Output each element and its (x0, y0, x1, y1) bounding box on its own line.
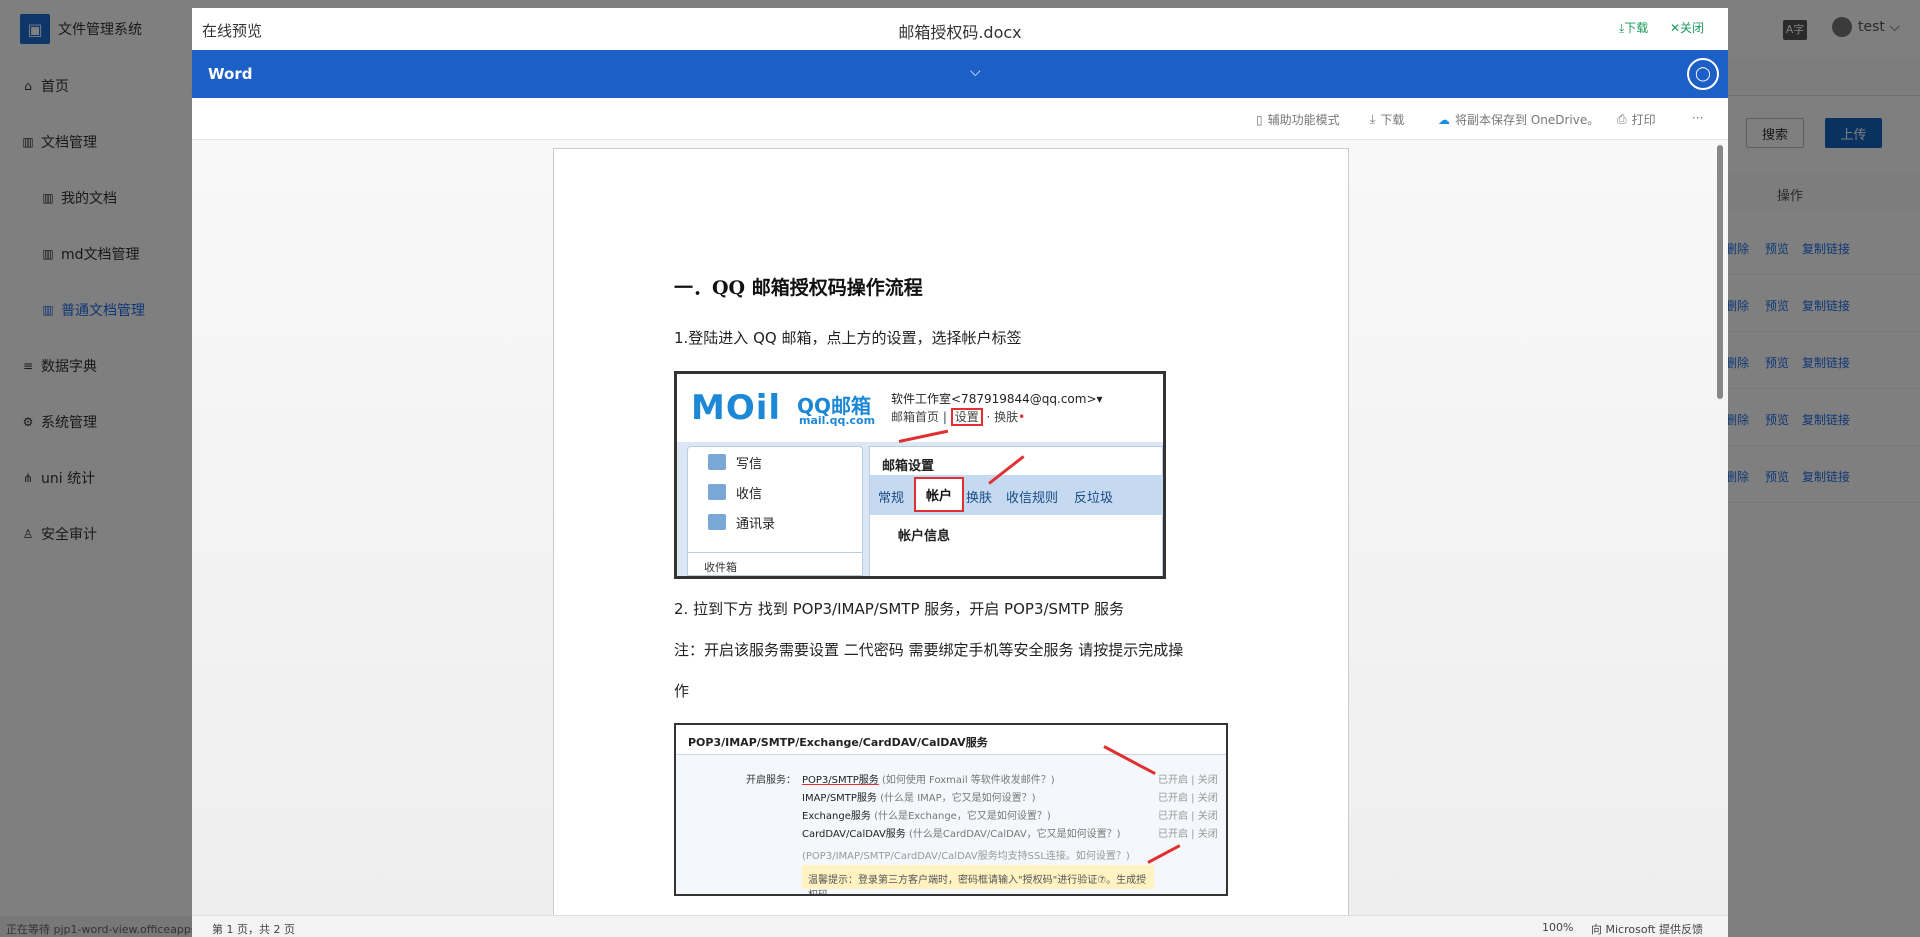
red-dot-icon: • (1018, 410, 1026, 424)
qq-nav: 邮箱首页 | 设置 · 换肤• (891, 408, 1026, 426)
qq-settings-panel: 邮箱设置 常规 帐户 换肤 收信规则 反垃圾 帐户信息 (869, 446, 1163, 576)
menu-contacts-label: 通讯录 (736, 516, 776, 532)
menu-receive-label: 收信 (736, 486, 763, 502)
service-status: 已开启 | 关闭 (1158, 811, 1218, 822)
account-icon[interactable]: ◯ (1687, 58, 1719, 90)
doc-note-line2: 作 (674, 682, 690, 700)
document-page: 一．QQ 邮箱授权码操作流程 1.登陆进入 QQ 邮箱，点上方的设置，选择帐户标… (553, 148, 1349, 937)
menu-write-label: 写信 (736, 456, 763, 472)
tab-spam: 反垃圾 (1074, 491, 1114, 506)
doc-step2: 2. 拉到下方 找到 POP3/IMAP/SMTP 服务，开启 POP3/SMT… (674, 600, 1124, 618)
qq-mail-screenshot: MOil QQ邮箱 mail.qq.com 软件工作室<787919844@qq… (674, 371, 1166, 579)
qq-services-screenshot: POP3/IMAP/SMTP/Exchange/CardDAV/CalDAV服务… (674, 723, 1228, 896)
save-onedrive-button[interactable]: ☁ 将副本保存到 OneDrive。 (1438, 111, 1599, 128)
menu-receive: 收信 (688, 477, 862, 507)
service-desc: (什么是 IMAP，它又是如何设置？) (880, 793, 1036, 804)
service-desc: (什么是Exchange，它又是如何设置？) (874, 811, 1051, 822)
print-button[interactable]: ⎙ 打印 (1617, 111, 1656, 128)
preview-modal: 在线预览 邮箱授权码.docx ⤓下载 ✕关闭 Word ⌵ ◯ ▯ 辅助功能模式… (192, 8, 1728, 937)
nav-settings-highlight: 设置 (950, 408, 983, 426)
zoom-level[interactable]: 100% (1542, 921, 1573, 934)
word-brand: Word (208, 65, 253, 83)
service-row: Exchange服务 (什么是Exchange，它又是如何设置？) (802, 807, 1051, 822)
printer-icon: ⎙ (1617, 112, 1627, 126)
account-info-title: 帐户信息 (898, 529, 951, 544)
doc-heading: 一．QQ 邮箱授权码操作流程 (674, 277, 923, 299)
modal-header: 在线预览 邮箱授权码.docx ⤓下载 ✕关闭 (192, 8, 1728, 50)
accessibility-label: 辅助功能模式 (1267, 113, 1340, 127)
tab-general: 常规 (878, 491, 905, 506)
service-status: 已开启 | 关闭 (1158, 793, 1218, 804)
mail-logo: MOil (691, 388, 782, 428)
services-header: POP3/IMAP/SMTP/Exchange/CardDAV/CalDAV服务 (676, 725, 1226, 755)
nav-skin: 换肤 (994, 410, 1019, 424)
contacts-icon (708, 514, 726, 530)
service-row: CardDAV/CalDAV服务 (什么是CardDAV/CalDAV，它又是如… (802, 825, 1121, 840)
doc-step1: 1.登陆进入 QQ 邮箱，点上方的设置，选择帐户标签 (674, 329, 1022, 347)
service-row: POP3/SMTP服务 (如何使用 Foxmail 等软件收发邮件？) (802, 771, 1055, 786)
download-button[interactable]: ⤓下载 (1619, 19, 1648, 36)
chevron-down-icon[interactable]: ⌵ (970, 64, 981, 80)
scrollbar-thumb[interactable] (1717, 145, 1723, 399)
file-name: 邮箱授权码.docx (898, 23, 1022, 42)
page-indicator: 第 1 页，共 2 页 (212, 923, 295, 936)
print-label: 打印 (1631, 113, 1656, 127)
doc-note-line1: 注：开启该服务需要设置 二代密码 需要绑定手机等安全服务 请按提示完成操 (674, 641, 1184, 659)
word-ribbon: ▯ 辅助功能模式 ⤓ 下载 ☁ 将副本保存到 OneDrive。 ⎙ 打印 ··· (192, 98, 1728, 140)
settings-tabs: 常规 帐户 换肤 收信规则 反垃圾 (870, 475, 1163, 515)
inbox-icon (708, 484, 726, 500)
ssl-note: (POP3/IMAP/SMTP/CardDAV/CalDAV服务均支持SSL连接… (802, 851, 1130, 862)
qq-account: 软件工作室<787919844@qq.com>▾ (891, 392, 1103, 406)
ribbon-download-button[interactable]: ⤓ 下载 (1370, 111, 1404, 128)
inbox-label: 收件箱 (687, 552, 863, 576)
service-desc: (如何使用 Foxmail 等软件收发邮件？) (881, 775, 1055, 786)
service-name: POP3/SMTP服务 (802, 775, 879, 786)
word-header-bar: Word ⌵ ◯ (192, 50, 1728, 98)
word-status-bar: 第 1 页，共 2 页 100% 向 Microsoft 提供反馈 (192, 915, 1728, 937)
red-arrow-icon (1147, 844, 1181, 864)
document-icon: ▯ (1256, 112, 1263, 127)
service-status: 已开启 | 关闭 (1158, 829, 1218, 840)
feedback-link[interactable]: 向 Microsoft 提供反馈 (1591, 921, 1703, 937)
auth-code-tip: 温馨提示：登录第三方客户端时，密码框请输入"授权码"进行验证⑦。生成授权码 (802, 865, 1154, 894)
download-icon: ⤓ (1370, 112, 1376, 126)
service-row: IMAP/SMTP服务 (什么是 IMAP，它又是如何设置？) (802, 789, 1036, 804)
tab-rules: 收信规则 (1006, 491, 1059, 506)
service-status: 已开启 | 关闭 (1158, 775, 1218, 786)
menu-write: 写信 (688, 447, 862, 477)
nav-home: 邮箱首页 (891, 410, 940, 424)
qq-domain: mail.qq.com (799, 414, 876, 427)
close-button[interactable]: ✕关闭 (1670, 19, 1704, 36)
service-name: CardDAV/CalDAV服务 (802, 829, 906, 840)
download-label: 下载 (1380, 113, 1405, 127)
save-onedrive-label: 将副本保存到 OneDrive。 (1455, 113, 1600, 127)
tab-skin: 换肤 (966, 491, 993, 506)
services-label: 开启服务： (746, 775, 796, 786)
service-desc: (什么是CardDAV/CalDAV，它又是如何设置？) (908, 829, 1121, 840)
menu-contacts: 通讯录 (688, 507, 862, 537)
cloud-icon: ☁ (1438, 112, 1450, 127)
service-name: Exchange服务 (802, 811, 871, 822)
service-name: IMAP/SMTP服务 (802, 793, 877, 804)
more-options-icon[interactable]: ··· (1692, 111, 1703, 125)
settings-title: 邮箱设置 (882, 459, 935, 474)
tab-account-highlight: 帐户 (914, 477, 965, 512)
pencil-icon (708, 454, 726, 470)
accessibility-mode-button[interactable]: ▯ 辅助功能模式 (1256, 111, 1340, 128)
